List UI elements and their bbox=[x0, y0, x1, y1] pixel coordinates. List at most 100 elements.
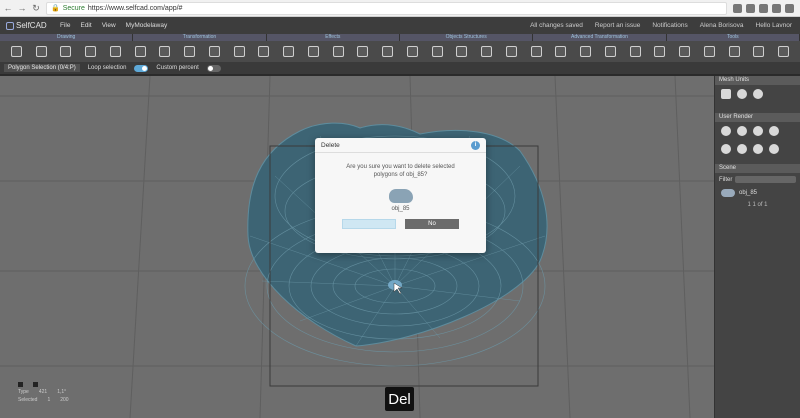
disc-icon[interactable] bbox=[753, 89, 763, 99]
user-name[interactable]: Alena Borisova bbox=[700, 22, 744, 29]
object-preview bbox=[388, 189, 413, 203]
loop-selection-label: Loop selection bbox=[87, 65, 127, 71]
torus-icon[interactable] bbox=[184, 46, 196, 57]
no-button[interactable]: No bbox=[405, 219, 459, 229]
smooth-icon[interactable] bbox=[753, 144, 763, 154]
stat-label-type: Type bbox=[18, 389, 29, 395]
deform-icon[interactable] bbox=[555, 46, 567, 57]
filter-label: Filter bbox=[719, 176, 733, 183]
scale-icon[interactable] bbox=[258, 46, 270, 57]
stat-value: 421 bbox=[38, 389, 48, 395]
dialog-buttons: No bbox=[315, 219, 486, 229]
sphere-render-icon[interactable] bbox=[769, 126, 779, 136]
twist-icon[interactable] bbox=[580, 46, 592, 57]
mesh-units-header[interactable]: Mesh Units bbox=[715, 76, 800, 85]
export-icon[interactable] bbox=[728, 46, 740, 57]
stat-swatch bbox=[33, 382, 38, 387]
menu-edit[interactable]: Edit bbox=[80, 22, 91, 29]
yes-button[interactable] bbox=[342, 219, 396, 229]
group-drawing: Drawing bbox=[0, 34, 134, 41]
browser-bar: ← → ↻ 🔒 Secure https://www.selfcad.com/a… bbox=[0, 0, 800, 17]
info-icon[interactable]: i bbox=[471, 140, 480, 150]
lock-icon: 🔒 bbox=[51, 5, 60, 12]
address-bar[interactable]: 🔒 Secure https://www.selfcad.com/app/# bbox=[46, 1, 727, 15]
sphere-icon[interactable] bbox=[737, 89, 747, 99]
project-name[interactable]: MyModelaway bbox=[126, 22, 168, 29]
shade-icon[interactable] bbox=[753, 126, 763, 136]
custom-percent-label: Custom percent bbox=[156, 65, 199, 71]
object-thumbnail bbox=[721, 189, 735, 197]
save-status: All changes saved bbox=[530, 22, 583, 29]
url-text[interactable]: https://www.selfcad.com/app/# bbox=[88, 5, 183, 12]
group-effects: Effects bbox=[267, 34, 400, 41]
extension-icon[interactable] bbox=[772, 3, 781, 13]
menu-view[interactable]: View bbox=[102, 22, 116, 29]
stat-swatch bbox=[18, 382, 23, 387]
reflect-icon[interactable] bbox=[737, 144, 747, 154]
rotate-icon[interactable] bbox=[233, 46, 245, 57]
filter-input[interactable] bbox=[735, 176, 796, 183]
light-icon[interactable] bbox=[737, 126, 747, 136]
select-icon[interactable] bbox=[60, 46, 72, 57]
subtract-icon[interactable] bbox=[431, 46, 443, 57]
split-icon[interactable] bbox=[505, 46, 517, 57]
scene-object-name[interactable]: obj_85 bbox=[739, 190, 757, 196]
repair-icon[interactable] bbox=[703, 46, 715, 57]
draw-icon[interactable] bbox=[10, 46, 22, 57]
measure-icon[interactable] bbox=[679, 46, 691, 57]
custom-percent-toggle[interactable] bbox=[206, 64, 221, 72]
logo-text: SelfCAD bbox=[16, 21, 47, 30]
loop-selection-toggle[interactable] bbox=[134, 64, 149, 72]
material-icon[interactable] bbox=[721, 126, 731, 136]
reload-icon[interactable]: ↻ bbox=[30, 2, 42, 14]
move-icon[interactable] bbox=[208, 46, 220, 57]
extension-icon[interactable] bbox=[746, 3, 755, 13]
user-render-header[interactable]: User Render bbox=[715, 113, 800, 122]
matte-icon[interactable] bbox=[769, 144, 779, 154]
logo[interactable]: SelfCAD bbox=[0, 21, 50, 30]
cone-icon[interactable] bbox=[159, 46, 171, 57]
notifications-link[interactable]: Notifications bbox=[652, 22, 687, 29]
extension-icon[interactable] bbox=[733, 3, 742, 13]
texture-icon[interactable] bbox=[721, 144, 731, 154]
sphere-icon[interactable] bbox=[134, 46, 146, 57]
stat-label-selected: Selected bbox=[18, 397, 38, 403]
keypress-overlay: Del bbox=[385, 387, 414, 411]
greeting[interactable]: Hello Lavnor bbox=[756, 22, 793, 29]
scene-header[interactable]: Scene bbox=[715, 164, 800, 173]
sculpt-icon[interactable] bbox=[530, 46, 542, 57]
render-icons-2 bbox=[715, 140, 800, 158]
bevel-icon[interactable] bbox=[357, 46, 369, 57]
stitch-icon[interactable] bbox=[481, 46, 493, 57]
menu-icon[interactable] bbox=[785, 3, 794, 13]
union-icon[interactable] bbox=[406, 46, 418, 57]
taper-icon[interactable] bbox=[629, 46, 641, 57]
stat-value: 1,1° bbox=[57, 389, 67, 395]
cylinder-icon[interactable] bbox=[109, 46, 121, 57]
render-icon[interactable] bbox=[778, 46, 790, 57]
back-icon[interactable]: ← bbox=[2, 2, 14, 14]
extension-icon[interactable] bbox=[759, 3, 768, 13]
shape-icon[interactable] bbox=[35, 46, 47, 57]
intersect-icon[interactable] bbox=[456, 46, 468, 57]
slice-icon[interactable] bbox=[654, 46, 666, 57]
cube-icon[interactable] bbox=[721, 89, 731, 99]
report-issue-link[interactable]: Report an issue bbox=[595, 22, 641, 29]
bend-icon[interactable] bbox=[604, 46, 616, 57]
scene-pager[interactable]: 1 1 of 1 bbox=[715, 200, 800, 210]
group-advanced: Advanced Transformation bbox=[533, 34, 667, 41]
extrude-icon[interactable] bbox=[332, 46, 344, 57]
stat-value: 200 bbox=[60, 397, 69, 403]
forward-icon[interactable]: → bbox=[16, 2, 28, 14]
subdivide-icon[interactable] bbox=[382, 46, 394, 57]
selection-mode[interactable]: Polygon Selection (0/4:P) bbox=[4, 64, 80, 72]
dialog-object-name: obj_85 bbox=[391, 206, 410, 212]
scene-object-row[interactable]: obj_85 bbox=[715, 186, 800, 200]
menu-file[interactable]: File bbox=[60, 22, 70, 29]
align-icon[interactable] bbox=[307, 46, 319, 57]
delete-dialog: Delete i Are you sure you want to delete… bbox=[315, 138, 486, 253]
cube-icon[interactable] bbox=[85, 46, 97, 57]
filter-row: Filter bbox=[715, 173, 800, 186]
print-icon[interactable] bbox=[753, 46, 765, 57]
mirror-icon[interactable] bbox=[283, 46, 295, 57]
